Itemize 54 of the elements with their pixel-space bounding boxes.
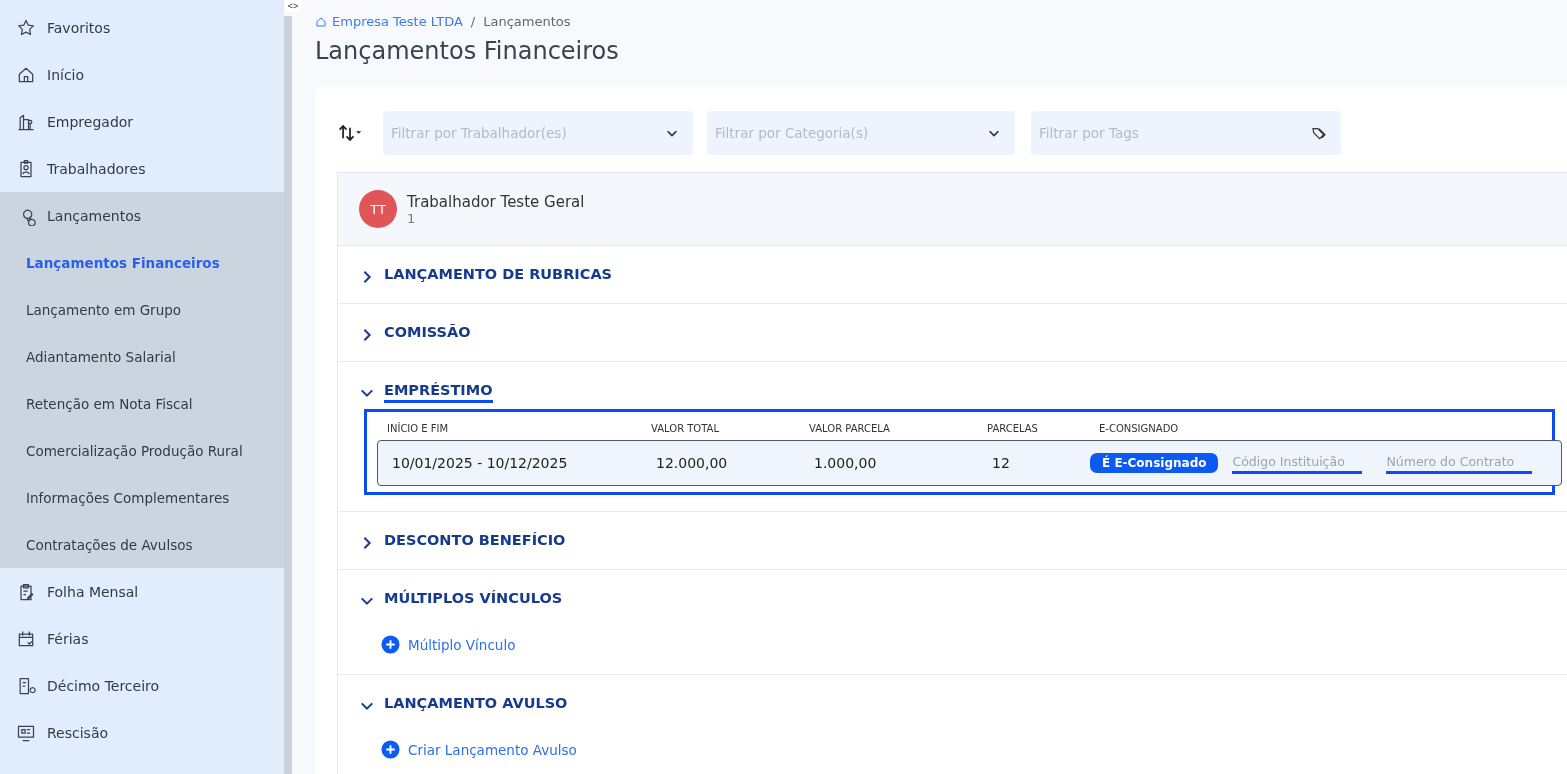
column-header: VALOR TOTAL <box>650 422 720 434</box>
sidebar-item[interactable]: Décimo Terceiro <box>0 662 284 709</box>
status-badge: É E-Consignado <box>1090 453 1219 473</box>
submenu-item[interactable]: Lançamentos Financeiros <box>0 239 284 286</box>
sidebar-item[interactable]: Início <box>0 51 284 98</box>
add-link[interactable]: Criar Lançamento Avulso <box>381 740 577 759</box>
add-link[interactable]: Múltiplo Vínculo <box>381 635 516 654</box>
submenu-item[interactable]: Informações Complementares <box>0 474 284 521</box>
column-header: E-CONSIGNADO <box>1098 422 1179 434</box>
table-cell-text: 10/01/2025 - 10/12/2025 <box>391 455 569 471</box>
section-title[interactable]: COMISSÃO <box>384 324 471 345</box>
breadcrumb-current: Lançamentos <box>483 14 571 29</box>
worker-name: Trabalhador Teste Geral <box>407 192 585 211</box>
input-field[interactable]: Número do Contrato <box>1386 452 1533 474</box>
tags-icon <box>1311 126 1327 142</box>
column-header: PARCELAS <box>986 422 1039 434</box>
page-title: Lançamentos Financeiros <box>315 37 620 65</box>
column-header: INÍCIO E FIM <box>386 422 450 434</box>
section-title[interactable]: LANÇAMENTO AVULSO <box>384 695 568 716</box>
section-title[interactable]: EMPRÉSTIMO <box>384 382 493 403</box>
filter-field[interactable]: Filtrar por Trabalhador(es) <box>383 111 693 155</box>
sidebar-item[interactable]: Lançamentos <box>0 192 284 239</box>
column-header: VALOR PARCELA <box>808 422 891 434</box>
sidebar-item[interactable]: Rescisão <box>0 709 284 756</box>
filter-field[interactable]: Filtrar por Tags <box>1031 111 1341 155</box>
sidebar-item[interactable]: Empregador <box>0 98 284 145</box>
submenu-item[interactable]: Retenção em Nota Fiscal <box>0 380 284 427</box>
avatar: TT <box>359 190 397 228</box>
sidebar-toggle-button[interactable]: <> <box>284 0 302 12</box>
section-title[interactable]: DESCONTO BENEFÍCIO <box>384 532 566 553</box>
table-cell-text: 1.000,00 <box>813 455 878 471</box>
section-title[interactable]: MÚLTIPLOS VÍNCULOS <box>384 590 563 611</box>
plus-icon <box>381 635 400 654</box>
breadcrumb-link[interactable]: Empresa Teste LTDA <box>315 14 463 29</box>
table-row[interactable]: 10/01/2025 - 10/12/2025 12.000,00 1.000,00 12 É E-Consignado Código Instituição Número do Contrato <box>377 440 1562 486</box>
input-field[interactable]: Código Instituição <box>1232 452 1363 474</box>
submenu-item[interactable]: Lançamento em Grupo <box>0 286 284 333</box>
submenu-item[interactable]: Contratações de Avulsos <box>0 521 284 568</box>
sidebar-item[interactable]: Férias <box>0 615 284 662</box>
plus-icon <box>381 740 400 759</box>
sidebar-item[interactable]: Favoritos <box>0 4 284 51</box>
filter-field[interactable]: Filtrar por Categoria(s) <box>707 111 1015 155</box>
breadcrumb-separator: / <box>470 14 476 29</box>
submenu-item[interactable]: Comercialização Produção Rural <box>0 427 284 474</box>
sidebar-item[interactable]: Trabalhadores <box>0 145 284 192</box>
worker-number: 1 <box>407 210 417 226</box>
sidebar-item[interactable]: Folha Mensal <box>0 568 284 615</box>
table-cell-text: 12 <box>991 455 1011 471</box>
star-icon <box>16 17 36 38</box>
scrollbar[interactable] <box>284 16 292 774</box>
house-icon <box>315 15 327 28</box>
table-cell-text: 12.000,00 <box>655 455 729 471</box>
submenu-item[interactable]: Adiantamento Salarial <box>0 333 284 380</box>
section-title[interactable]: LANÇAMENTO DE RUBRICAS <box>384 266 613 287</box>
